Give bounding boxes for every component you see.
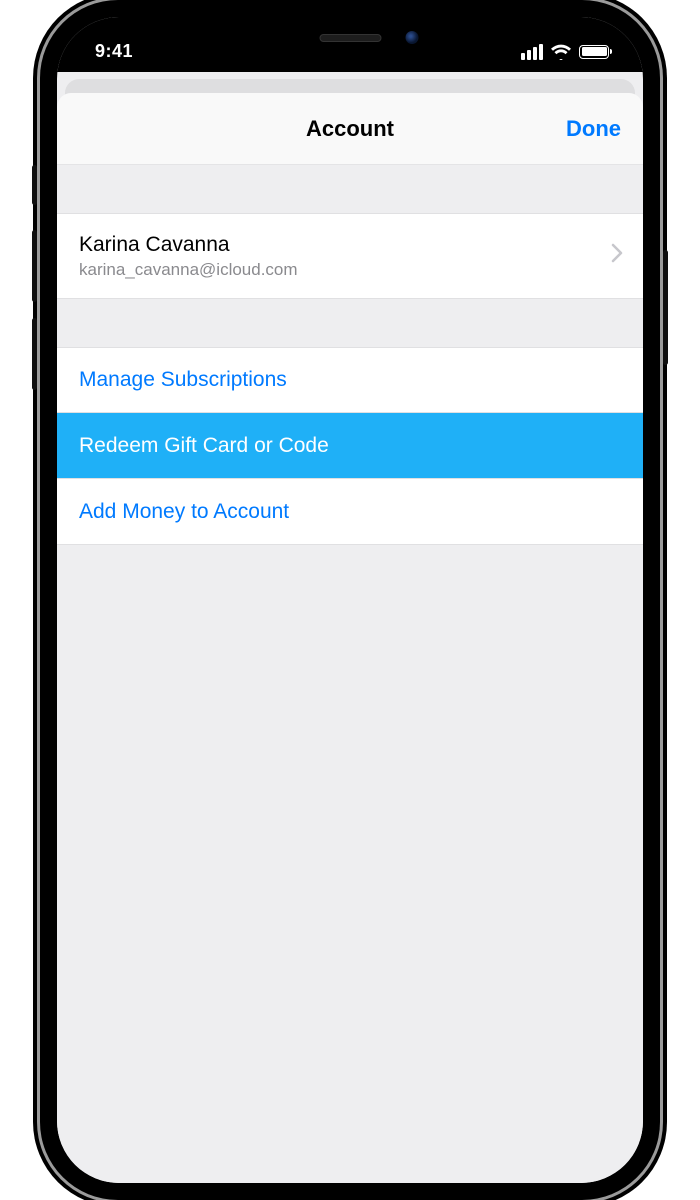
volume-down-button[interactable] [32, 318, 37, 390]
add-money-row[interactable]: Add Money to Account [57, 479, 643, 545]
battery-icon [579, 45, 609, 59]
speaker-grille [319, 34, 381, 42]
mute-switch[interactable] [32, 165, 37, 205]
manage-subscriptions-row[interactable]: Manage Subscriptions [57, 347, 643, 413]
front-camera [405, 31, 418, 44]
notch [223, 17, 478, 55]
add-money-label: Add Money to Account [79, 500, 289, 524]
redeem-gift-card-label: Redeem Gift Card or Code [79, 434, 329, 458]
phone-screen: 9:41 Account Done [57, 17, 643, 1183]
account-user-row[interactable]: Karina Cavanna karina_cavanna@icloud.com [57, 213, 643, 299]
status-time: 9:41 [87, 41, 133, 62]
redeem-gift-card-row[interactable]: Redeem Gift Card or Code [57, 413, 643, 479]
user-email-label: karina_cavanna@icloud.com [79, 259, 298, 280]
power-button[interactable] [663, 250, 668, 365]
wifi-icon [550, 44, 572, 60]
spacer [57, 165, 643, 213]
cellular-signal-icon [521, 44, 543, 60]
user-name-label: Karina Cavanna [79, 232, 298, 258]
phone-frame: 9:41 Account Done [40, 0, 660, 1200]
manage-subscriptions-label: Manage Subscriptions [79, 368, 287, 392]
page-title: Account [306, 116, 394, 142]
sheet-header: Account Done [57, 93, 643, 165]
chevron-right-icon [611, 243, 623, 269]
account-sheet: Account Done Karina Cavanna karina_cavan… [57, 93, 643, 1183]
done-button[interactable]: Done [566, 116, 621, 142]
volume-up-button[interactable] [32, 230, 37, 302]
spacer [57, 299, 643, 347]
